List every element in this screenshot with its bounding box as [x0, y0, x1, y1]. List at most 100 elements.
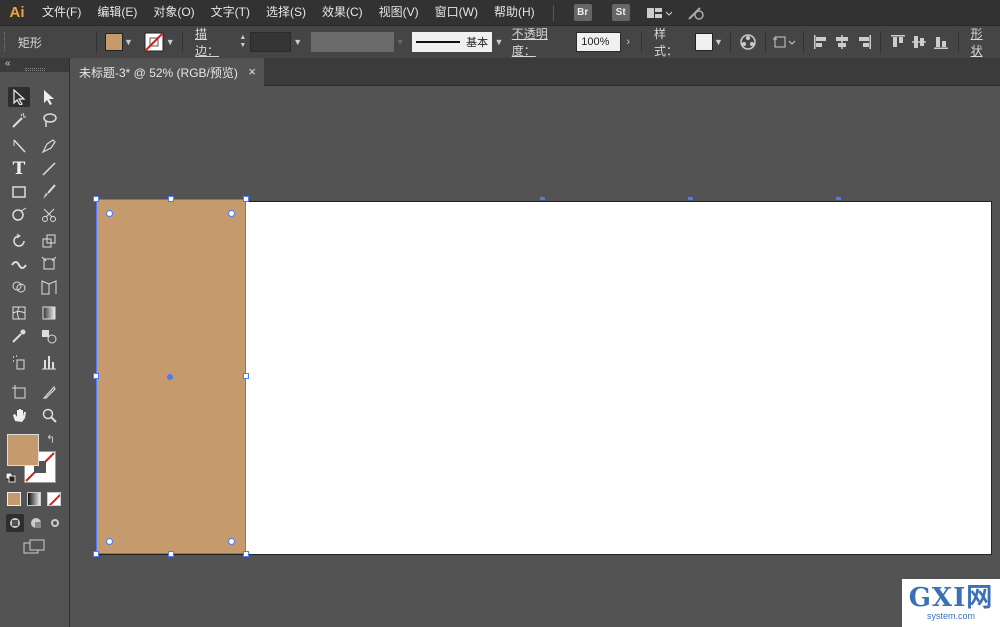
- corner-radius-widget-bottom-left[interactable]: [106, 538, 113, 545]
- resize-handle-bottom-right[interactable]: [243, 551, 249, 557]
- workspace-layout-icon[interactable]: [646, 6, 672, 20]
- graphic-style-swatch[interactable]: [695, 33, 713, 51]
- width-tool-icon[interactable]: [8, 254, 30, 274]
- align-right-icon[interactable]: [853, 31, 874, 53]
- document-tab[interactable]: 未标题-3* @ 52% (RGB/预览) ×: [70, 58, 264, 86]
- rectangle-tool-icon[interactable]: [8, 182, 30, 202]
- stock-button[interactable]: St: [611, 4, 630, 21]
- menu-bar: Ai 文件(F) 编辑(E) 对象(O) 文字(T) 选择(S) 效果(C) 视…: [0, 0, 1000, 25]
- menu-select[interactable]: 选择(S): [258, 0, 314, 25]
- align-horizontal-center-icon[interactable]: [831, 31, 852, 53]
- resize-handle-middle-left[interactable]: [93, 373, 99, 379]
- stroke-dropdown-chevron-icon[interactable]: ▼: [164, 33, 176, 51]
- scale-tool-icon[interactable]: [38, 231, 60, 251]
- gradient-tool-icon[interactable]: [38, 303, 60, 323]
- pen-tool-icon[interactable]: [8, 136, 30, 156]
- align-bottom-icon[interactable]: [930, 31, 951, 53]
- transform-reference-icon[interactable]: [772, 34, 797, 50]
- bridge-button[interactable]: Br: [573, 4, 592, 21]
- corner-radius-widget-top-left[interactable]: [106, 210, 113, 217]
- curvature-pen-tool-icon[interactable]: [38, 136, 60, 156]
- marker: [688, 197, 693, 200]
- menu-view[interactable]: 视图(V): [371, 0, 427, 25]
- perspective-grid-tool-icon[interactable]: [38, 277, 60, 297]
- resize-handle-top-right[interactable]: [243, 196, 249, 202]
- corner-radius-widget-top-right[interactable]: [228, 210, 235, 217]
- slice-tool-icon[interactable]: [38, 382, 60, 402]
- align-top-icon[interactable]: [887, 31, 908, 53]
- stroke-weight-input[interactable]: [249, 32, 291, 52]
- profile-dropdown-icon[interactable]: ▼: [394, 33, 406, 51]
- magic-wand-tool-icon[interactable]: [8, 110, 30, 130]
- none-mode-button[interactable]: [47, 492, 61, 506]
- lasso-tool-icon[interactable]: [38, 110, 60, 130]
- artboard-tool-icon[interactable]: [8, 382, 30, 402]
- shaper-tool-icon[interactable]: [8, 205, 30, 225]
- opacity-label[interactable]: 不透明度：: [506, 25, 576, 59]
- opacity-input[interactable]: 100%: [576, 32, 622, 52]
- collapse-panel-icon[interactable]: «: [5, 58, 11, 69]
- line-segment-tool-icon[interactable]: [38, 159, 60, 179]
- fill-color-swatch[interactable]: [105, 33, 123, 51]
- scissors-tool-icon[interactable]: [38, 205, 60, 225]
- menu-window[interactable]: 窗口(W): [427, 0, 486, 25]
- resize-handle-middle-right[interactable]: [243, 373, 249, 379]
- eyedropper-tool-icon[interactable]: [8, 326, 30, 346]
- column-graph-tool-icon[interactable]: [38, 352, 60, 372]
- separator: [640, 31, 642, 53]
- brush-definition[interactable]: 基本: [412, 32, 493, 52]
- direct-selection-tool-icon[interactable]: [38, 87, 60, 107]
- shape-properties-link[interactable]: 形状: [965, 25, 1000, 59]
- resize-handle-top-left[interactable]: [93, 196, 99, 202]
- tools-panel-header[interactable]: «: [0, 58, 69, 72]
- free-transform-tool-icon[interactable]: [38, 254, 60, 274]
- stroke-weight-dropdown-icon[interactable]: ▼: [291, 33, 305, 51]
- default-fill-stroke-icon[interactable]: [5, 472, 16, 483]
- menu-effect[interactable]: 效果(C): [314, 0, 371, 25]
- stroke-weight-stepper[interactable]: ▲ ▼: [236, 32, 250, 52]
- fill-color-box[interactable]: [7, 434, 39, 466]
- hand-tool-icon[interactable]: [8, 405, 30, 425]
- mesh-tool-icon[interactable]: [8, 303, 30, 323]
- menu-file[interactable]: 文件(F): [34, 0, 89, 25]
- swap-fill-stroke-icon[interactable]: ↰: [46, 433, 55, 446]
- resize-handle-top-center[interactable]: [168, 196, 174, 202]
- control-grip: [4, 32, 12, 52]
- menu-object[interactable]: 对象(O): [145, 0, 202, 25]
- menu-help[interactable]: 帮助(H): [486, 0, 543, 25]
- color-mode-button[interactable]: [7, 492, 21, 506]
- type-tool-icon[interactable]: T: [8, 159, 30, 179]
- gradient-mode-button[interactable]: [27, 492, 41, 506]
- symbol-sprayer-tool-icon[interactable]: [8, 352, 30, 372]
- fill-dropdown-chevron-icon[interactable]: ▼: [123, 33, 135, 51]
- menu-type[interactable]: 文字(T): [203, 0, 258, 25]
- zoom-tool-icon[interactable]: [38, 405, 60, 425]
- draw-inside-icon[interactable]: [46, 514, 64, 532]
- recolor-artwork-icon[interactable]: [737, 33, 758, 51]
- panel-grip[interactable]: [25, 68, 45, 71]
- align-left-icon[interactable]: [810, 31, 831, 53]
- shape-builder-tool-icon[interactable]: [8, 277, 30, 297]
- resize-handle-bottom-left[interactable]: [93, 551, 99, 557]
- rotate-tool-icon[interactable]: [8, 231, 30, 251]
- draw-normal-icon[interactable]: [6, 514, 24, 532]
- center-point[interactable]: [167, 374, 173, 380]
- style-dropdown-icon[interactable]: ▼: [713, 33, 725, 51]
- selection-tool-icon[interactable]: [8, 87, 30, 107]
- blend-tool-icon[interactable]: [38, 326, 60, 346]
- align-vertical-center-icon[interactable]: [909, 31, 930, 53]
- opacity-arrow-icon[interactable]: ›: [621, 33, 635, 51]
- close-tab-icon[interactable]: ×: [248, 64, 256, 79]
- paintbrush-tool-icon[interactable]: [38, 182, 60, 202]
- menu-edit[interactable]: 编辑(E): [89, 0, 145, 25]
- variable-width-profile[interactable]: [310, 32, 395, 52]
- stroke-none-swatch[interactable]: [144, 32, 164, 52]
- resize-handle-bottom-center[interactable]: [168, 551, 174, 557]
- screen-mode-icon[interactable]: [23, 539, 47, 555]
- app-logo: Ai: [9, 4, 25, 21]
- gpu-performance-icon[interactable]: [686, 4, 708, 22]
- corner-radius-widget-bottom-right[interactable]: [228, 538, 235, 545]
- brush-dropdown-icon[interactable]: ▼: [492, 33, 506, 51]
- draw-behind-icon[interactable]: [27, 514, 45, 532]
- document-tab-bar: 未标题-3* @ 52% (RGB/预览) ×: [70, 58, 1000, 86]
